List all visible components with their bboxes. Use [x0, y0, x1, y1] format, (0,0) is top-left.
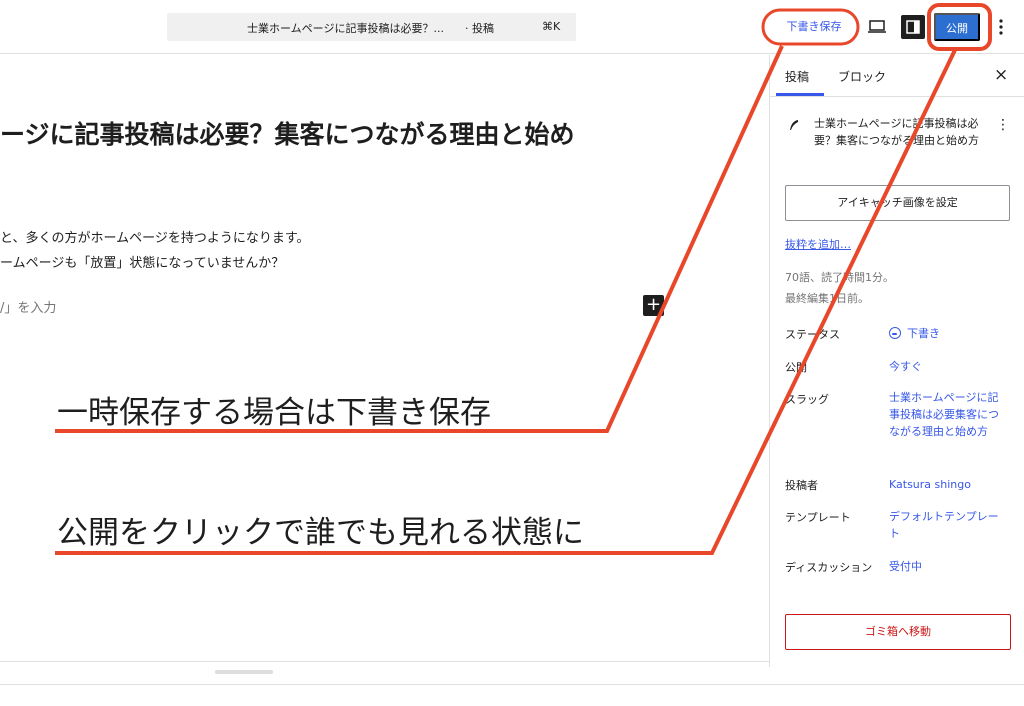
tab-post[interactable]: 投稿 — [785, 68, 809, 85]
status-value[interactable]: 下書き — [889, 325, 1004, 342]
word-count: 70語、読了時間1分。 — [785, 271, 894, 284]
command-bar-shortcut: ⌘K — [542, 20, 561, 33]
settings-sidebar: 投稿 ブロック × 士業ホームページに記事投稿は必要？集客につながる理由と始め方… — [769, 55, 1024, 667]
slug-label: スラッグ — [785, 393, 829, 406]
author-label: 投稿者 — [785, 479, 818, 492]
footer-divider — [0, 684, 1024, 685]
publish-annotation: 公開をクリックで誰でも見れる状態に — [57, 515, 584, 551]
slug-value[interactable]: 士業ホームページに記事投稿は必要集客につながる理由と始め方 — [889, 389, 1004, 440]
command-bar-title: 士業ホームページに記事投稿は必要？... — [247, 22, 444, 35]
publish-button[interactable]: 公開 — [934, 13, 980, 41]
close-icon[interactable]: × — [994, 65, 1008, 85]
tab-block[interactable]: ブロック — [838, 68, 886, 85]
empty-block-placeholder[interactable]: /」を入力 — [0, 297, 56, 316]
editor-header: 士業ホームページに記事投稿は必要？... · 投稿 ⌘K 下書き保存 公開 — [0, 0, 1024, 54]
discussion-value[interactable]: 受付中 — [889, 558, 1004, 575]
save-draft-annotation: 一時保存する場合は下書き保存 — [57, 395, 491, 431]
editor-canvas: ージに記事投稿は必要？集客につながる理由と始め と、多くの方がホームページを持つ… — [0, 55, 769, 661]
more-actions-icon[interactable]: ⋮ — [996, 117, 1010, 133]
status-value-text: 下書き — [907, 327, 940, 340]
editor-bottom-divider — [0, 661, 769, 662]
preview-desktop-icon[interactable] — [866, 17, 888, 37]
post-feather-icon — [787, 117, 801, 131]
set-featured-image-button[interactable]: アイキャッチ画像を設定 — [785, 185, 1010, 221]
active-tab-indicator — [776, 93, 824, 96]
paragraph-block-1[interactable]: と、多くの方がホームページを持つようになります。 — [0, 227, 310, 246]
author-value[interactable]: Katsura shingo — [889, 476, 1004, 493]
template-value[interactable]: デフォルトテンプレート — [889, 508, 1004, 542]
options-menu-icon[interactable] — [996, 16, 1006, 38]
save-draft-button[interactable]: 下書き保存 — [773, 16, 855, 38]
discussion-label: ディスカッション — [785, 561, 873, 574]
move-to-trash-button[interactable]: ゴミ箱へ移動 — [785, 614, 1011, 650]
add-excerpt-link[interactable]: 抜粋を追加… — [785, 236, 851, 252]
publish-value[interactable]: 今すぐ — [889, 358, 1004, 375]
resize-handle[interactable] — [215, 670, 273, 674]
post-title[interactable]: ージに記事投稿は必要？集客につながる理由と始め — [0, 115, 575, 151]
draft-status-icon — [889, 327, 901, 339]
command-palette-bar[interactable]: 士業ホームページに記事投稿は必要？... · 投稿 ⌘K — [167, 13, 576, 41]
sidebar-tabs: 投稿 ブロック × — [770, 55, 1024, 97]
command-bar-post-type: · 投稿 — [465, 22, 494, 35]
template-label: テンプレート — [785, 511, 851, 524]
settings-sidebar-toggle-icon[interactable] — [901, 15, 925, 39]
post-summary-title: 士業ホームページに記事投稿は必要？集客につながる理由と始め方 — [814, 117, 979, 147]
add-block-icon[interactable]: + — [643, 295, 664, 316]
last-edited: 最終編集1日前。 — [785, 292, 869, 305]
paragraph-block-2[interactable]: ームページも「放置」状態になっていませんか？ — [0, 252, 284, 271]
status-label: ステータス — [785, 328, 840, 341]
publish-label: 公開 — [785, 361, 807, 374]
